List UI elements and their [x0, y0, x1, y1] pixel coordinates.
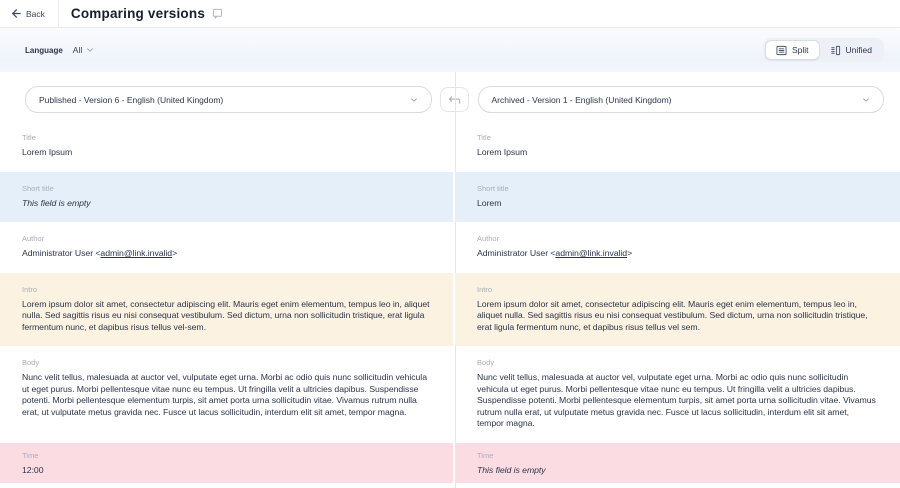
- field-label: Body: [22, 358, 433, 367]
- diff-row-author: Author Administrator User <admin@link.in…: [0, 222, 900, 273]
- field-value-empty: This field is empty: [477, 465, 878, 477]
- field-label: Body: [477, 358, 878, 367]
- author-suffix: >: [172, 248, 177, 258]
- chevron-down-icon: [410, 96, 418, 104]
- field-value: Lorem Ipsum: [477, 147, 878, 159]
- chevron-down-icon: [86, 46, 94, 54]
- language-label: Language: [25, 46, 63, 55]
- field-value: Administrator User <admin@link.invalid>: [477, 248, 878, 260]
- field-value: Lorem ipsum dolor sit amet, consectetur …: [22, 299, 431, 334]
- diff-cell-right: Intro Lorem ipsum dolor sit amet, consec…: [455, 273, 900, 347]
- split-view-button[interactable]: Split: [765, 40, 820, 60]
- field-label: Short title: [477, 184, 878, 193]
- field-value: Administrator User <admin@link.invalid>: [22, 248, 433, 260]
- right-version-select[interactable]: Archived - Version 1 - English (United K…: [478, 86, 885, 113]
- back-button[interactable]: Back: [0, 0, 59, 27]
- back-arrow-icon: [10, 8, 21, 19]
- diff-cell-left: Body Nunc velit tellus, malesuada at auc…: [0, 346, 455, 443]
- field-value-empty: This field is empty: [22, 198, 431, 210]
- field-label: Title: [477, 133, 878, 142]
- field-label: Time: [22, 451, 431, 460]
- unified-view-icon: [830, 45, 841, 56]
- chevron-down-icon: [862, 96, 870, 104]
- diff-row-short-title: Short title This field is empty Short ti…: [0, 172, 900, 223]
- split-view-icon: [776, 45, 787, 56]
- author-email-link[interactable]: admin@link.invalid: [100, 248, 172, 258]
- toolbar: Language All Split: [0, 28, 900, 72]
- page-title-wrap: Comparing versions: [59, 0, 223, 27]
- field-value: Nunc velit tellus, malesuada at auctor v…: [477, 372, 878, 430]
- author-prefix: Administrator User <: [477, 248, 555, 258]
- field-value: Lorem Ipsum: [22, 147, 433, 159]
- diff-row-intro: Intro Lorem ipsum dolor sit amet, consec…: [0, 273, 900, 347]
- diff-row-time: Time 12:00 Time This field is empty: [0, 443, 900, 484]
- diff-cell-right: Title Lorem Ipsum: [455, 121, 900, 172]
- diff-cell-right: Short title Lorem: [455, 172, 900, 223]
- diff-cell-left: Author Administrator User <admin@link.in…: [0, 222, 455, 273]
- left-version-value: Published - Version 6 - English (United …: [39, 95, 223, 105]
- top-bar: Back Comparing versions: [0, 0, 900, 28]
- diff-row-body: Body Nunc velit tellus, malesuada at auc…: [0, 346, 900, 443]
- field-value: Lorem: [477, 198, 878, 210]
- split-view-label: Split: [792, 45, 809, 55]
- field-label: Author: [22, 234, 433, 243]
- field-value: 12:00: [22, 465, 431, 477]
- unified-view-label: Unified: [846, 45, 872, 55]
- diff-cell-left: Time 12:00: [0, 443, 455, 484]
- right-version-value: Archived - Version 1 - English (United K…: [492, 95, 672, 105]
- view-toggle: Split Unified: [763, 38, 884, 62]
- diff-cell-left: Intro Lorem ipsum dolor sit amet, consec…: [0, 273, 455, 347]
- comment-icon[interactable]: [212, 8, 223, 19]
- diff-cell-right: Body Nunc velit tellus, malesuada at auc…: [455, 346, 900, 443]
- left-version-select[interactable]: Published - Version 6 - English (United …: [25, 86, 432, 113]
- language-value: All: [73, 45, 82, 55]
- back-label: Back: [26, 9, 45, 19]
- field-label: Intro: [22, 285, 431, 294]
- unified-view-button[interactable]: Unified: [820, 40, 882, 60]
- field-label: Intro: [477, 285, 878, 294]
- page-title: Comparing versions: [71, 6, 205, 21]
- field-label: Time: [477, 451, 878, 460]
- language-dropdown[interactable]: All: [73, 45, 94, 55]
- diff-cell-right: Time This field is empty: [455, 443, 900, 484]
- diff-cell-left: Title Lorem Ipsum: [0, 121, 455, 172]
- author-prefix: Administrator User <: [22, 248, 100, 258]
- comparison-area: Published - Version 6 - English (United …: [0, 72, 900, 488]
- diff-cell-right: Author Administrator User <admin@link.in…: [455, 222, 900, 273]
- field-label: Short title: [22, 184, 431, 193]
- author-suffix: >: [627, 248, 632, 258]
- version-selector-row: Published - Version 6 - English (United …: [0, 72, 900, 121]
- field-label: Author: [477, 234, 878, 243]
- field-value: Lorem ipsum dolor sit amet, consectetur …: [477, 299, 878, 334]
- diff-cell-left: Short title This field is empty: [0, 172, 455, 223]
- author-email-link[interactable]: admin@link.invalid: [555, 248, 627, 258]
- field-value: Nunc velit tellus, malesuada at auctor v…: [22, 372, 433, 418]
- field-label: Title: [22, 133, 433, 142]
- language-group: Language All: [25, 45, 94, 55]
- diff-row-title: Title Lorem Ipsum Title Lorem Ipsum: [0, 121, 900, 172]
